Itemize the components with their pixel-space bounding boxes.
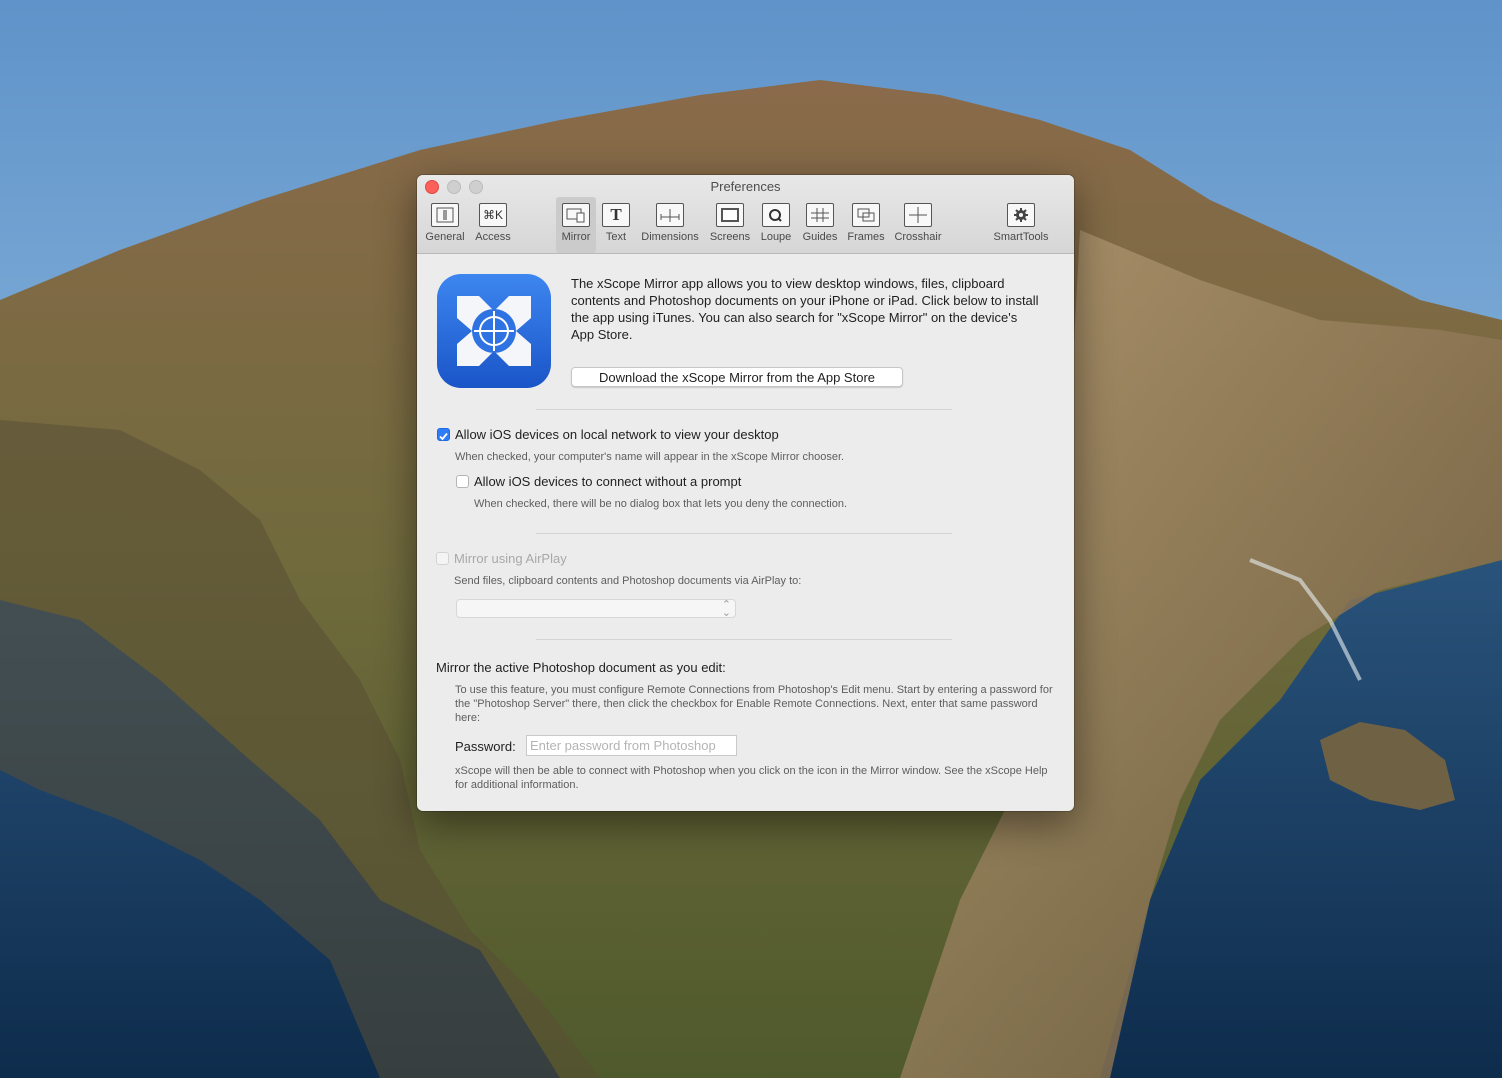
- allow-ios-checkbox[interactable]: [437, 428, 450, 441]
- window-toolbar: Preferences General ⌘K Access Mirror T T…: [417, 175, 1074, 254]
- password-label: Password:: [455, 739, 516, 754]
- tab-label: Crosshair: [894, 231, 942, 243]
- mirror-icon: [562, 203, 590, 227]
- tab-label: General: [425, 231, 465, 243]
- tab-access[interactable]: ⌘K Access: [472, 197, 514, 251]
- photoshop-instructions: To use this feature, you must configure …: [455, 684, 1053, 724]
- tab-label: Frames: [847, 231, 885, 243]
- guides-icon: [806, 203, 834, 227]
- frames-icon: [852, 203, 880, 227]
- tab-label: Screens: [709, 231, 751, 243]
- checkmark-icon: [439, 432, 448, 441]
- tab-frames[interactable]: Frames: [846, 197, 886, 251]
- command-key-icon: ⌘K: [479, 203, 507, 227]
- allow-ios-note: When checked, your computer's name will …: [455, 451, 845, 463]
- tab-loupe[interactable]: Loupe: [758, 197, 794, 251]
- separator: [536, 639, 952, 640]
- tab-label: Guides: [802, 231, 838, 243]
- tab-screens[interactable]: Screens: [708, 197, 752, 251]
- crosshair-icon: [904, 203, 932, 227]
- download-app-store-button[interactable]: Download the xScope Mirror from the App …: [571, 367, 903, 387]
- tab-text[interactable]: T Text: [600, 197, 632, 251]
- allow-no-prompt-label[interactable]: Allow iOS devices to connect without a p…: [474, 474, 741, 489]
- mirror-pane: The xScope Mirror app allows you to view…: [417, 254, 1074, 811]
- tab-label: Dimensions: [641, 231, 699, 243]
- tab-smarttools[interactable]: SmartTools: [990, 197, 1052, 251]
- xscope-mirror-app-icon: [437, 274, 551, 388]
- allow-no-prompt-checkbox[interactable]: [456, 475, 469, 488]
- separator: [536, 533, 952, 534]
- photoshop-heading: Mirror the active Photoshop document as …: [436, 660, 726, 675]
- chevron-up-down-icon: ⌃ ⌄: [721, 599, 731, 619]
- text-icon: T: [602, 203, 630, 227]
- tab-crosshair[interactable]: Crosshair: [892, 197, 944, 251]
- general-icon: [431, 203, 459, 227]
- airplay-note: Send files, clipboard contents and Photo…: [454, 575, 802, 587]
- mirror-intro-text: The xScope Mirror app allows you to view…: [571, 276, 1039, 342]
- screens-icon: [716, 203, 744, 227]
- window-title: Preferences: [710, 179, 781, 194]
- gear-icon: [1007, 203, 1035, 227]
- tab-label: Access: [475, 231, 511, 243]
- allow-ios-label[interactable]: Allow iOS devices on local network to vi…: [455, 427, 779, 442]
- tab-label: Mirror: [561, 231, 591, 243]
- tab-label: SmartTools: [993, 231, 1049, 243]
- airplay-checkbox[interactable]: [436, 552, 449, 565]
- loupe-icon: [762, 203, 790, 227]
- airplay-label[interactable]: Mirror using AirPlay: [454, 551, 567, 566]
- tab-mirror[interactable]: Mirror: [556, 197, 596, 253]
- allow-no-prompt-note: When checked, there will be no dialog bo…: [474, 498, 848, 510]
- photoshop-footer-note: xScope will then be able to connect with…: [455, 765, 1048, 791]
- password-input[interactable]: [526, 735, 737, 756]
- tab-guides[interactable]: Guides: [800, 197, 840, 251]
- tab-dimensions[interactable]: Dimensions: [638, 197, 702, 251]
- tab-label: Loupe: [760, 231, 792, 243]
- dimensions-icon: [656, 203, 684, 227]
- tab-label: Text: [605, 231, 627, 243]
- preferences-window: Preferences General ⌘K Access Mirror T T…: [417, 175, 1074, 811]
- airplay-device-select[interactable]: ⌃ ⌄: [456, 599, 736, 619]
- separator: [536, 409, 952, 410]
- tab-general[interactable]: General: [424, 197, 466, 251]
